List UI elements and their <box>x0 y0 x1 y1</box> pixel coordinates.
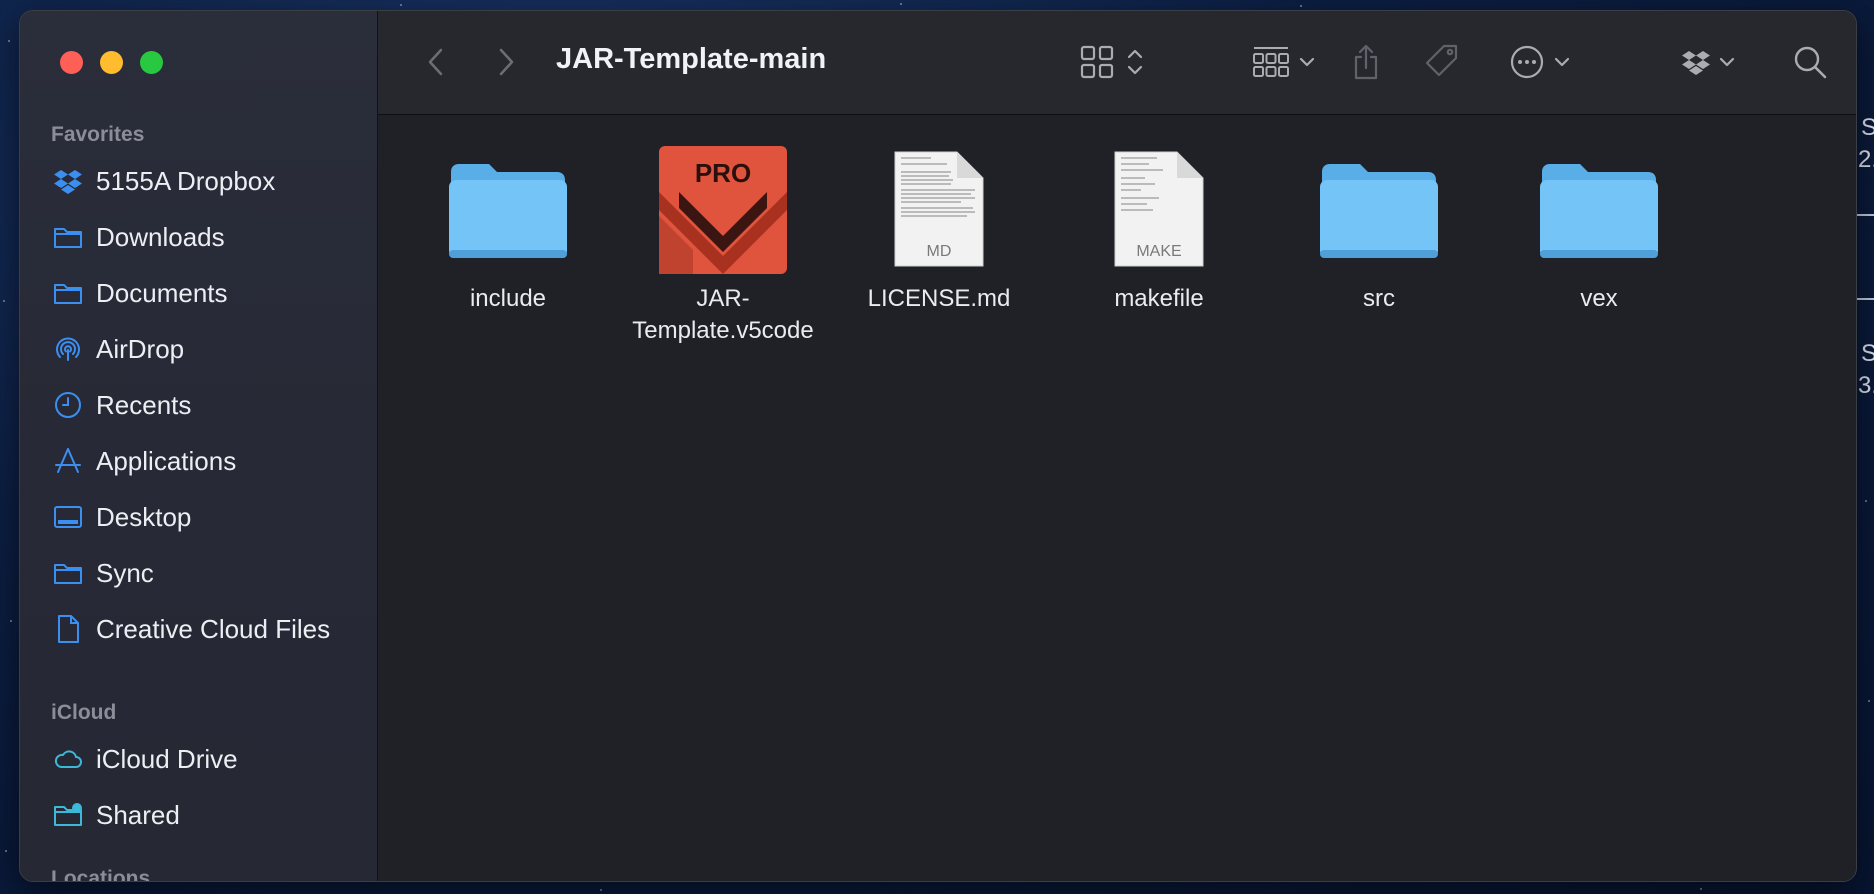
grid-icon <box>1080 45 1114 79</box>
toolbar: JAR-Template-main <box>378 11 1856 115</box>
icloud-header: iCloud <box>51 701 117 724</box>
folder-icon <box>1314 145 1444 275</box>
group-button[interactable] <box>1248 39 1320 85</box>
sidebar-item-label: Applications <box>96 445 237 476</box>
file-extension: MD <box>927 243 952 260</box>
file-item-makefile[interactable]: MAKE makefile <box>1059 145 1259 315</box>
file-item-jar-template-v5code[interactable]: PRO JAR- Template.v5code <box>623 145 823 347</box>
background-divider <box>1856 298 1874 300</box>
forward-button[interactable] <box>488 39 524 85</box>
favorites-header: Favorites <box>51 123 145 146</box>
file-label: include <box>469 285 547 312</box>
search-button[interactable] <box>1788 39 1832 85</box>
vexcode-pro-icon: PRO <box>658 145 788 275</box>
cloud-icon <box>52 743 84 775</box>
file-item-include[interactable]: include <box>408 145 608 315</box>
sidebar-item-sync[interactable]: Sync <box>52 551 362 595</box>
applications-icon <box>52 445 84 477</box>
sidebar-item-dropbox[interactable]: 5155A Dropbox <box>52 159 362 203</box>
sidebar-item-creative-cloud-files[interactable]: Creative Cloud Files <box>52 607 362 651</box>
sidebar: Favorites 5155A Dropbox Downloads Docume… <box>20 11 378 881</box>
file-item-vex[interactable]: vex <box>1499 145 1699 315</box>
tag-button[interactable] <box>1418 39 1466 85</box>
locations-header: Locations <box>51 867 151 882</box>
sidebar-item-label: Documents <box>96 277 228 308</box>
sidebar-item-label: iCloud Drive <box>96 743 238 774</box>
sidebar-item-label: Downloads <box>96 221 225 252</box>
chevron-down-icon <box>1554 57 1570 67</box>
share-button[interactable] <box>1344 39 1388 85</box>
action-button[interactable] <box>1505 39 1575 85</box>
sidebar-item-label: Sync <box>96 557 154 588</box>
sidebar-item-label: Desktop <box>96 501 192 532</box>
group-icon <box>1253 47 1289 77</box>
sidebar-item-shared[interactable]: Shared <box>52 793 362 837</box>
sidebar-item-icloud-drive[interactable]: iCloud Drive <box>52 737 362 781</box>
dropbox-icon <box>52 165 84 197</box>
file-label: makefile <box>1114 285 1204 312</box>
document-icon: MD <box>874 145 1004 275</box>
pro-badge: PRO <box>695 158 751 188</box>
document-icon <box>52 613 84 645</box>
sidebar-item-documents[interactable]: Documents <box>52 271 362 315</box>
dropbox-menu-button[interactable] <box>1675 39 1741 85</box>
folder-icon <box>52 557 84 589</box>
dropbox-icon <box>1682 51 1710 75</box>
more-icon <box>1510 45 1544 79</box>
window-title: JAR-Template-main <box>556 43 827 75</box>
shared-folder-icon <box>52 799 84 831</box>
background-text: 3. <box>1858 372 1874 399</box>
sidebar-item-downloads[interactable]: Downloads <box>52 215 362 259</box>
search-icon <box>1794 46 1827 79</box>
window-controls <box>60 51 163 74</box>
file-extension: MAKE <box>1136 243 1181 260</box>
sidebar-item-label: Creative Cloud Files <box>96 613 331 644</box>
file-label: LICENSE.md <box>867 285 1011 312</box>
view-mode-button[interactable] <box>1073 39 1153 85</box>
background-text: 2. <box>1858 146 1874 173</box>
file-item-src[interactable]: src <box>1279 145 1479 315</box>
background-text: S <box>1861 114 1874 141</box>
minimize-button[interactable] <box>100 51 123 74</box>
file-label: JAR- Template.v5code <box>632 285 814 344</box>
clock-icon <box>52 389 84 421</box>
sidebar-item-label: 5155A Dropbox <box>96 165 276 196</box>
chevron-left-icon <box>428 48 443 76</box>
background-divider <box>1856 214 1874 216</box>
zoom-button[interactable] <box>140 51 163 74</box>
chevron-down-icon <box>1299 57 1315 67</box>
folder-icon <box>1534 145 1664 275</box>
chevron-down-icon <box>1719 57 1735 67</box>
sidebar-item-label: AirDrop <box>96 333 185 364</box>
sidebar-item-applications[interactable]: Applications <box>52 439 362 483</box>
close-button[interactable] <box>60 51 83 74</box>
chevron-right-icon <box>499 48 514 76</box>
back-button[interactable] <box>418 39 454 85</box>
document-icon: MAKE <box>1094 145 1224 275</box>
sidebar-item-airdrop[interactable]: AirDrop <box>52 327 362 371</box>
tag-icon <box>1425 44 1458 77</box>
folder-icon <box>52 277 84 309</box>
sidebar-item-label: Shared <box>96 799 180 830</box>
folder-icon <box>52 221 84 253</box>
file-label: vex <box>1580 285 1618 312</box>
file-item-license-md[interactable]: MD LICENSE.md <box>839 145 1039 315</box>
file-label: src <box>1363 285 1395 312</box>
sidebar-item-label: Recents <box>96 389 192 420</box>
share-icon <box>1354 44 1378 80</box>
finder-window: Favorites 5155A Dropbox Downloads Docume… <box>19 10 1857 882</box>
chevron-up-down-icon <box>1127 49 1143 75</box>
file-browser: include PRO JAR- Template.v5code MD LICE… <box>378 115 1856 881</box>
sidebar-item-recents[interactable]: Recents <box>52 383 362 427</box>
sidebar-item-desktop[interactable]: Desktop <box>52 495 362 539</box>
airdrop-icon <box>52 333 84 365</box>
background-text: S <box>1861 340 1874 367</box>
desktop-icon <box>52 501 84 533</box>
folder-icon <box>443 145 573 275</box>
